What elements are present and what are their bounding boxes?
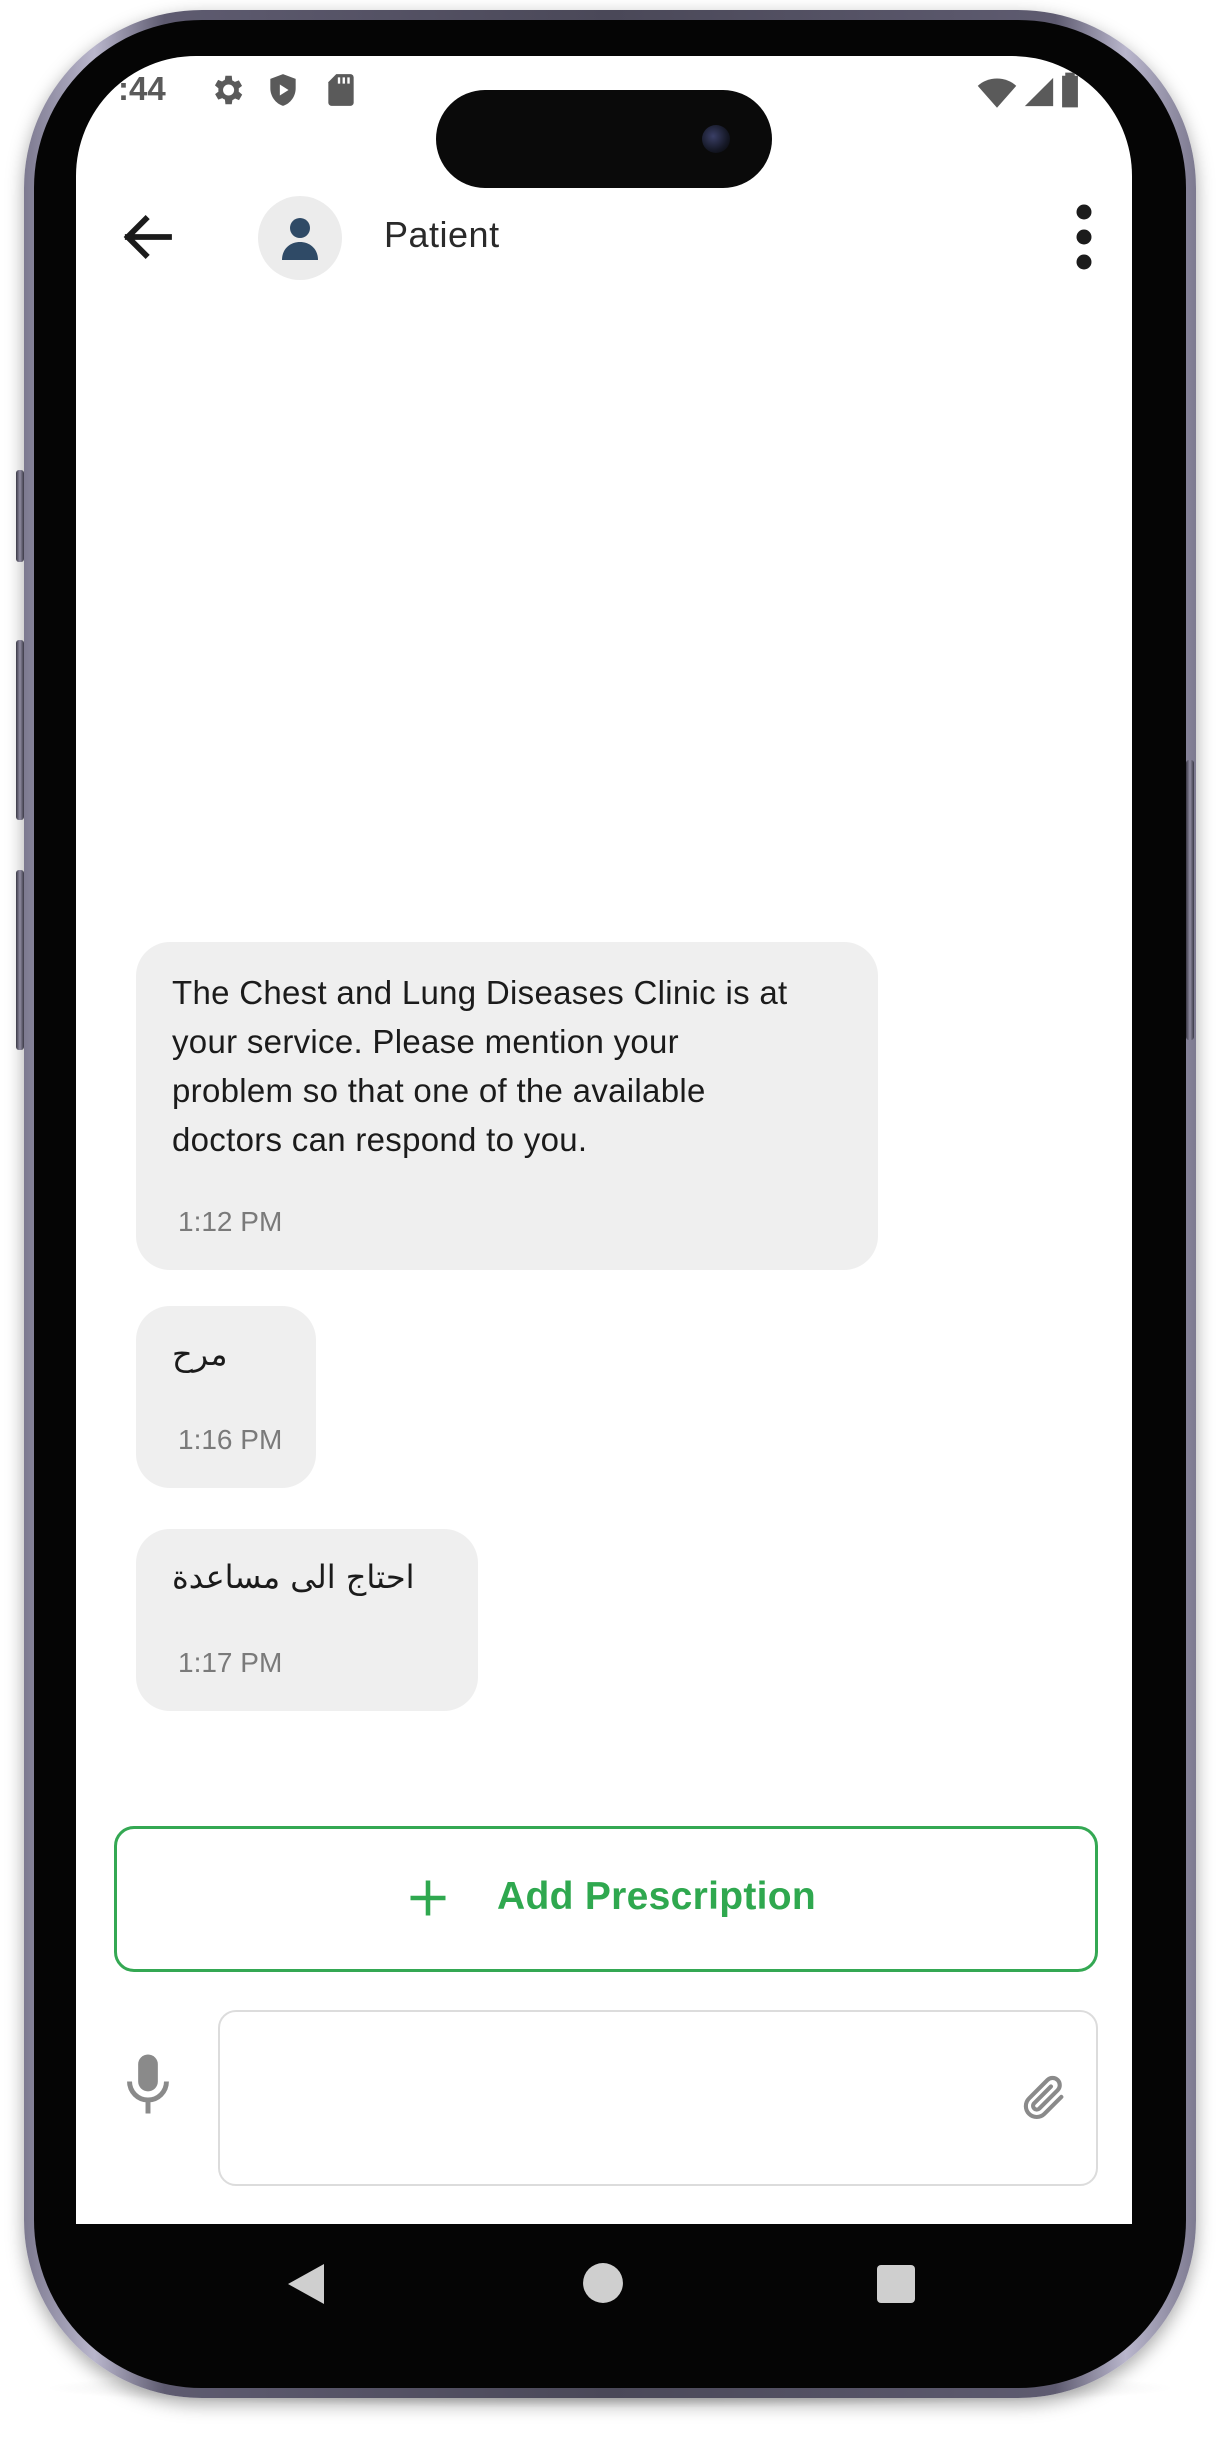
contact-name: Patient [384,214,500,255]
volume-down-button [16,870,24,1050]
message-time: 1:16 PM [178,1424,283,1455]
add-prescription-button[interactable]: Add Prescription [114,1826,1098,1972]
power-button [1186,760,1194,1040]
avatar[interactable] [258,196,342,280]
more-vertical-icon[interactable] [1064,202,1104,272]
message-line: your service. Please mention your [172,1023,679,1060]
message-text: The Chest and Lung Diseases Clinic is at… [172,968,787,1164]
person-icon [282,218,318,260]
message-input[interactable] [218,2010,1098,2186]
message-bubble[interactable]: احتاج الى مساعدة 1:17 PM [136,1529,478,1711]
front-camera [702,125,730,153]
home-circle-icon[interactable] [582,2262,624,2304]
status-time: :44 [118,70,166,107]
battery-icon [1062,72,1078,108]
add-prescription-label: Add Prescription [497,1875,817,1918]
paperclip-icon[interactable] [1018,2072,1070,2124]
arrow-left-icon[interactable] [114,204,180,270]
app-bar: Patient [76,166,1132,306]
action-button [16,470,24,562]
message-bubble[interactable]: مرح 1:16 PM [136,1306,316,1488]
gear-icon [214,75,243,105]
shield-play-icon [270,74,296,106]
message-text: مرح [172,1335,228,1373]
sd-card-icon [328,74,354,106]
message-bubble[interactable]: The Chest and Lung Diseases Clinic is at… [136,942,878,1270]
back-triangle-icon[interactable] [286,2262,326,2306]
message-text: احتاج الى مساعدة [172,1558,415,1596]
message-line: problem so that one of the available [172,1072,706,1109]
navigation-bar [76,2224,1132,2336]
recents-square-icon[interactable] [876,2264,916,2304]
plus-icon [410,1880,446,1916]
wifi-icon [977,78,1017,108]
screen: :44 Patient The Chest and Lung Diseases … [76,56,1132,2224]
message-line: doctors can respond to you. [172,1121,588,1158]
volume-up-button [16,640,24,820]
message-line: The Chest and Lung Diseases Clinic is at [172,974,788,1011]
message-time: 1:12 PM [178,1206,283,1237]
message-time: 1:17 PM [178,1647,283,1678]
signal-icon [1024,77,1054,107]
microphone-icon[interactable] [120,2052,176,2116]
